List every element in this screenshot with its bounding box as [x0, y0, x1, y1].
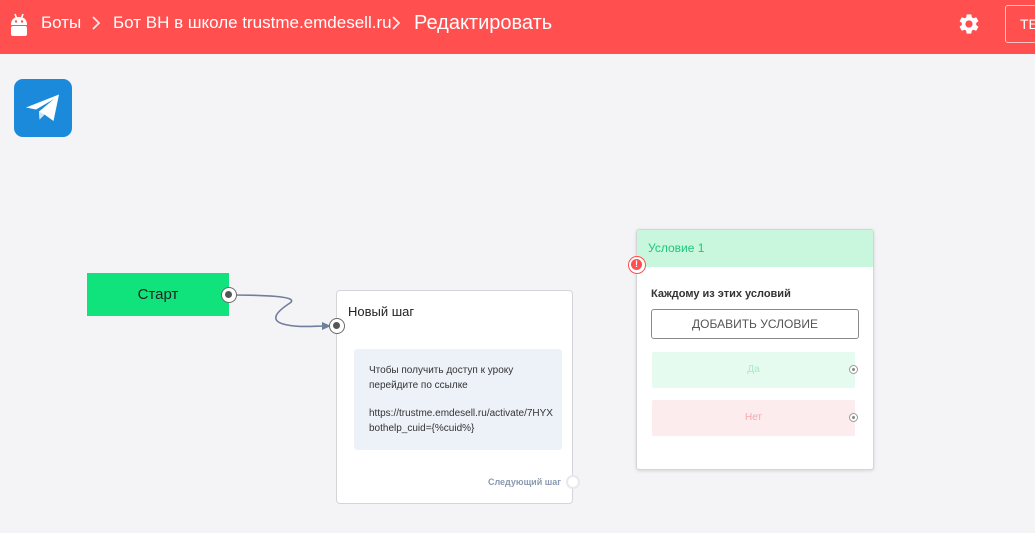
- page-title: Редактировать: [414, 12, 553, 34]
- chevron-right-icon: [392, 16, 401, 30]
- condition-node[interactable]: Условие 1 Каждому из этих условий ДОБАВИ…: [636, 229, 874, 470]
- message-bubble[interactable]: Чтобы получить доступ к уроку перейдите …: [354, 349, 562, 450]
- top-bar: Боты Бот ВН в школе trustme.emdesell.ru …: [0, 0, 1035, 54]
- message-line: bothelp_cuid={%cuid%}: [369, 423, 475, 434]
- yes-output-port[interactable]: [849, 365, 858, 374]
- start-output-port[interactable]: [221, 287, 237, 303]
- gear-icon[interactable]: [957, 12, 981, 36]
- step-input-port[interactable]: [329, 318, 345, 334]
- condition-title: Условие 1: [637, 230, 873, 267]
- condition-caption: Каждому из этих условий: [651, 288, 791, 300]
- error-mark: !: [635, 259, 638, 269]
- test-button[interactable]: ТЕ: [1005, 5, 1035, 43]
- add-condition-button[interactable]: ДОБАВИТЬ УСЛОВИЕ: [651, 309, 859, 339]
- error-icon[interactable]: !: [628, 256, 646, 274]
- breadcrumb-bots[interactable]: Боты: [41, 0, 81, 46]
- condition-no-branch[interactable]: Нет: [652, 400, 855, 436]
- bot-icon[interactable]: [8, 12, 30, 40]
- chevron-right-icon: [92, 16, 101, 30]
- next-step-port[interactable]: [566, 475, 580, 489]
- condition-yes-branch[interactable]: Да: [652, 352, 855, 388]
- step-title: Новый шаг: [348, 304, 415, 319]
- step-node[interactable]: Новый шаг Чтобы получить доступ к уроку …: [336, 290, 573, 504]
- no-output-port[interactable]: [849, 413, 858, 422]
- breadcrumb-bot[interactable]: Бот ВН в школе trustme.emdesell.ru: [113, 0, 392, 46]
- telegram-icon: [14, 79, 72, 137]
- message-line: Чтобы получить доступ к уроку: [369, 365, 514, 376]
- next-step-label: Следующий шаг: [487, 477, 561, 487]
- message-line: перейдите по ссылке: [369, 380, 468, 391]
- start-node[interactable]: Старт: [87, 273, 229, 316]
- message-line: https://trustme.emdesell.ru/activate/7HY…: [369, 408, 553, 419]
